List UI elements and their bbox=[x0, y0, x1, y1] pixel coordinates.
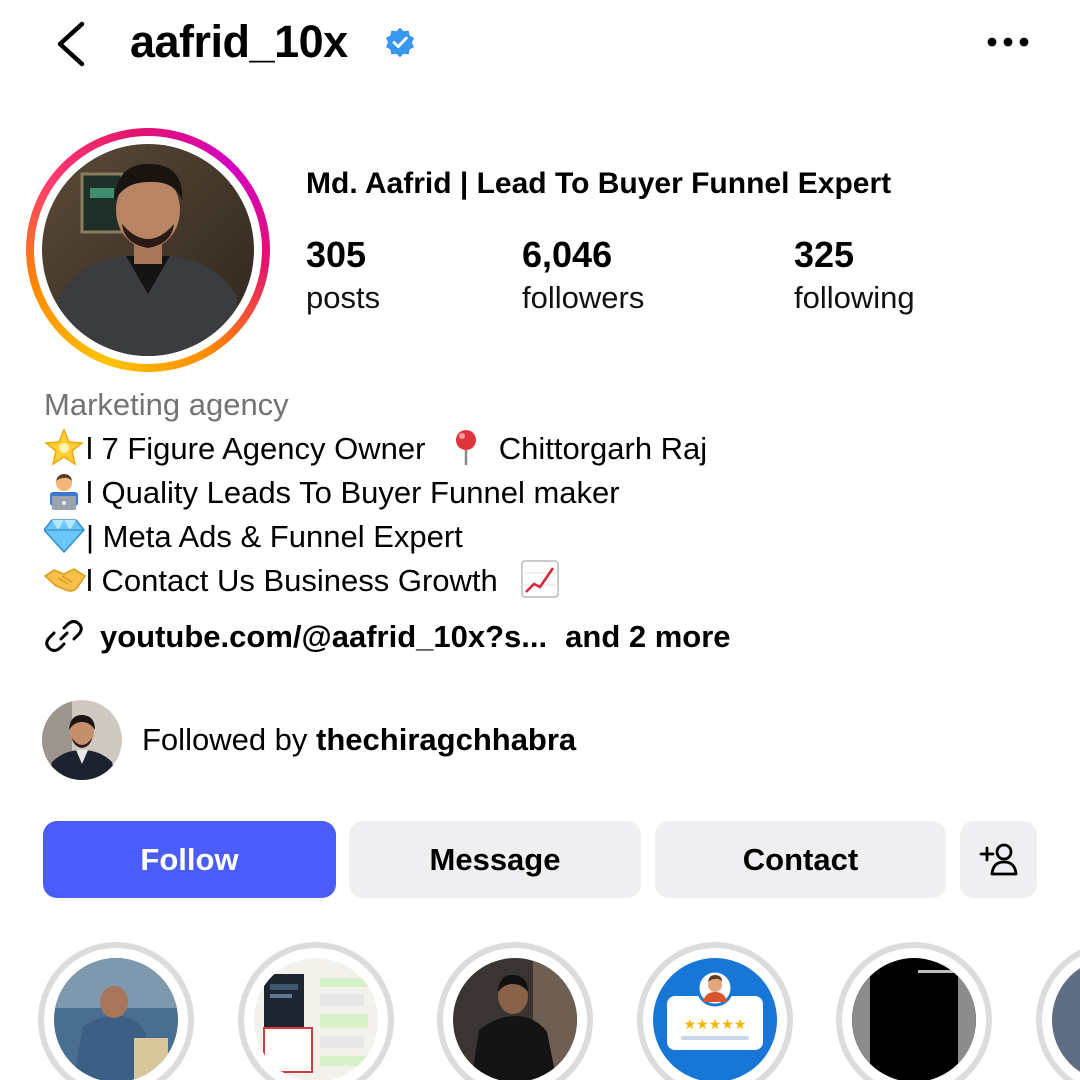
highlight-cover bbox=[852, 958, 976, 1080]
bio-line: l Quality Leads To Buyer Funnel maker bbox=[44, 472, 620, 514]
bio-line-text: l 7 Figure Agency Owner bbox=[86, 431, 426, 466]
more-horizontal-icon bbox=[987, 37, 1029, 47]
more-links-text: and 2 more bbox=[565, 619, 731, 654]
handshake-icon bbox=[44, 568, 86, 592]
profile-category: Marketing agency bbox=[44, 387, 289, 422]
story-highlight[interactable] bbox=[38, 942, 194, 1080]
profile-display-name: Md. Aafrid | Lead To Buyer Funnel Expert bbox=[306, 167, 892, 200]
followed-by-prefix: Followed by bbox=[142, 722, 308, 757]
contact-button[interactable]: Contact bbox=[655, 821, 946, 898]
top-bar: aafrid_10x bbox=[0, 0, 1080, 90]
following-count: 325 bbox=[794, 234, 855, 275]
mutual-follower-avatar[interactable] bbox=[42, 700, 122, 780]
followers-stat[interactable]: 6,046 followers bbox=[522, 232, 644, 318]
story-highlight[interactable] bbox=[437, 942, 593, 1080]
posts-stat[interactable]: 305 posts bbox=[306, 232, 380, 318]
bio-line-location: Chittorgarh Raj bbox=[498, 431, 708, 466]
followed-by-name: thechiragchhabra bbox=[316, 722, 577, 757]
add-person-icon bbox=[979, 843, 1018, 876]
link-icon bbox=[45, 620, 83, 652]
story-highlight[interactable]: ★★★★★ bbox=[637, 942, 793, 1080]
followers-label: followers bbox=[522, 280, 645, 315]
gem-stone-icon bbox=[44, 519, 85, 554]
verified-badge-icon bbox=[385, 27, 415, 58]
chart-increasing-icon bbox=[521, 560, 560, 598]
posts-count: 305 bbox=[306, 234, 367, 275]
bio-line: l 7 Figure Agency Owner Chittorgarh Raj bbox=[44, 428, 707, 470]
profile-username: aafrid_10x bbox=[130, 16, 348, 67]
profile-avatar bbox=[42, 144, 254, 356]
glowing-star-icon bbox=[44, 428, 84, 466]
more-options-button[interactable] bbox=[982, 22, 1034, 62]
profile-avatar-story-ring[interactable] bbox=[26, 128, 270, 372]
highlight-cover bbox=[453, 958, 577, 1080]
message-button[interactable]: Message bbox=[349, 821, 641, 898]
followers-count: 6,046 bbox=[522, 234, 613, 275]
following-label: following bbox=[794, 280, 915, 315]
back-button[interactable] bbox=[46, 16, 102, 72]
bio-line-text: l Quality Leads To Buyer Funnel maker bbox=[86, 475, 620, 510]
bio-line: | Meta Ads & Funnel Expert bbox=[44, 516, 463, 558]
story-highlight[interactable] bbox=[238, 942, 394, 1080]
chevron-left-icon bbox=[57, 21, 85, 67]
suggested-accounts-button[interactable] bbox=[960, 821, 1037, 898]
followed-by-text[interactable]: Followed by thechiragchhabra bbox=[142, 718, 576, 762]
follow-button[interactable]: Follow bbox=[43, 821, 336, 898]
profile-page: aafrid_10x Md. Aafrid | Lead To Buyer Fu… bbox=[0, 0, 1080, 1080]
highlight-cover: ★★★★★ bbox=[653, 958, 777, 1080]
story-highlight[interactable] bbox=[1036, 942, 1080, 1080]
bio-line-text: | Meta Ads & Funnel Expert bbox=[86, 519, 463, 554]
bio-line-text: l Contact Us Business Growth bbox=[86, 563, 498, 598]
story-highlight[interactable] bbox=[836, 942, 992, 1080]
avatar-ring-gap bbox=[34, 136, 262, 364]
profile-link-text: youtube.com/@aafrid_10x?s... bbox=[100, 619, 548, 654]
technologist-icon bbox=[50, 474, 78, 510]
highlight-cover bbox=[254, 958, 378, 1080]
round-pushpin-icon bbox=[456, 430, 477, 465]
svg-text:★★★★★: ★★★★★ bbox=[684, 1017, 747, 1033]
following-stat[interactable]: 325 following bbox=[794, 232, 915, 318]
posts-label: posts bbox=[306, 280, 381, 315]
profile-link[interactable]: youtube.com/@aafrid_10x?s... and 2 more bbox=[44, 614, 731, 660]
bio-line: l Contact Us Business Growth bbox=[44, 560, 562, 602]
highlight-cover bbox=[54, 958, 178, 1080]
